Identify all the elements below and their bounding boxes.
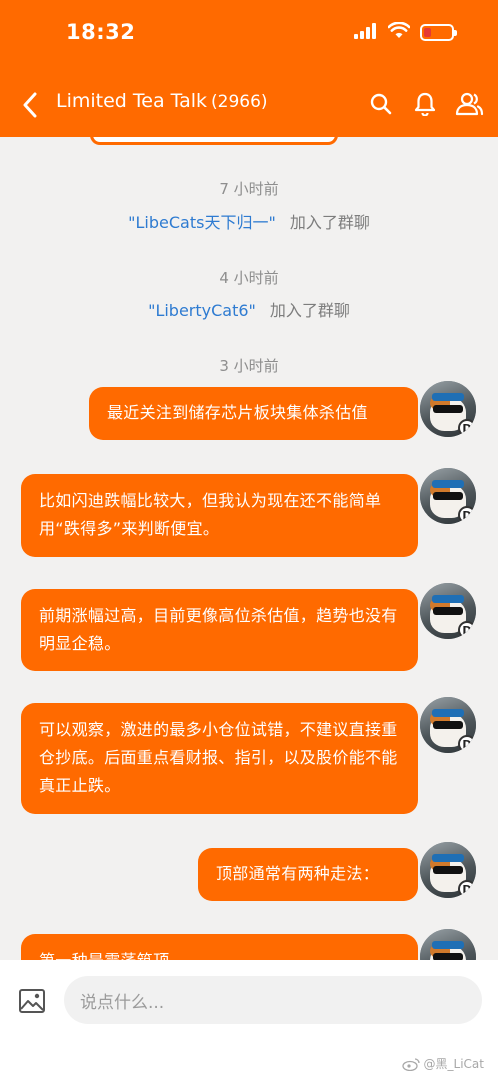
avatar-badge: D — [458, 419, 476, 437]
avatar[interactable]: D — [420, 929, 476, 960]
message-input[interactable]: 说点什么... — [64, 976, 482, 1024]
system-join-notice: "LibertyCat6" 加入了群聊 — [0, 297, 498, 321]
avatar[interactable]: D — [420, 381, 476, 437]
members-button[interactable] — [454, 89, 484, 119]
join-action-text: 加入了群聊 — [289, 213, 370, 232]
avatar[interactable]: D — [420, 468, 476, 524]
avatar-badge: D — [458, 621, 476, 639]
signal-icon — [354, 22, 378, 43]
watermark: @黑_LiCat — [401, 1055, 484, 1072]
image-picker-button[interactable] — [18, 987, 46, 1015]
system-join-notice: "LibeCats天下归一" 加入了群聊 — [0, 209, 498, 233]
bell-icon — [414, 92, 436, 116]
avatar[interactable]: D — [420, 842, 476, 898]
chat-area[interactable]: 7 小时前 "LibeCats天下归一" 加入了群聊 4 小时前 "Liberty… — [0, 137, 498, 960]
weibo-logo-icon — [401, 1057, 420, 1071]
wifi-icon — [387, 21, 411, 43]
status-icons — [354, 21, 457, 43]
timestamp: 4 小时前 — [219, 269, 279, 287]
image-icon — [19, 989, 45, 1013]
message-bubble[interactable]: 可以观察，激进的最多小仓位试错，不建议直接重仓抄底。后面重点看财报、指引，以及股… — [21, 703, 418, 814]
battery-icon — [420, 24, 457, 41]
message-bubble[interactable]: 最近关注到储存芯片板块集体杀估值 — [89, 387, 418, 440]
message-bubble[interactable]: 前期涨幅过高，目前更像高位杀估值，趋势也没有明显企稳。 — [21, 589, 418, 671]
group-name: Limited Tea Talk — [56, 90, 208, 112]
message-bubble[interactable]: 第一种是震荡筑顶 — [21, 934, 418, 960]
avatar-badge: D — [458, 735, 476, 753]
search-button[interactable] — [366, 89, 396, 119]
joined-user-link[interactable]: "LibeCats天下归一" — [128, 213, 276, 232]
join-action-text: 加入了群聊 — [269, 301, 350, 320]
avatar-badge: D — [458, 506, 476, 524]
avatar-badge: D — [458, 880, 476, 898]
message-bubble[interactable]: 顶部通常有两种走法： — [198, 848, 418, 901]
message-bubble[interactable]: 比如闪迪跌幅比较大，但我认为现在还不能简单用“跌得多”来判断便宜。 — [21, 474, 418, 557]
chat-title: Limited Tea Talk (2966) — [56, 90, 268, 112]
back-button[interactable] — [16, 90, 44, 120]
avatar[interactable]: D — [420, 583, 476, 639]
group-members-icon — [455, 92, 484, 116]
shared-card-preview[interactable] — [90, 137, 338, 145]
app-header: 18:32 Limited Tea Talk (2966) — [0, 0, 498, 137]
member-count: (2966) — [211, 92, 268, 112]
avatar[interactable]: D — [420, 697, 476, 753]
watermark-text: @黑_LiCat — [423, 1057, 484, 1071]
timestamp: 3 小时前 — [219, 357, 279, 375]
search-icon — [370, 93, 392, 115]
chevron-left-icon — [23, 92, 37, 118]
status-time: 18:32 — [66, 20, 136, 44]
notification-button[interactable] — [410, 89, 440, 119]
joined-user-link[interactable]: "LibertyCat6" — [148, 301, 256, 320]
timestamp: 7 小时前 — [219, 180, 279, 198]
header-actions — [366, 89, 484, 119]
